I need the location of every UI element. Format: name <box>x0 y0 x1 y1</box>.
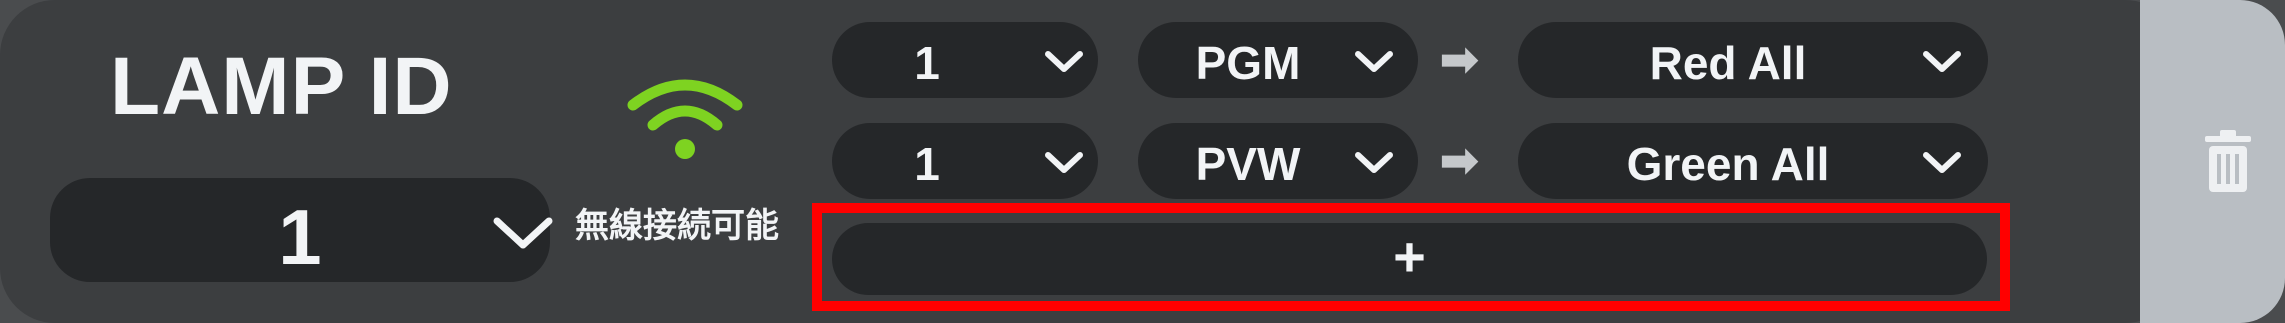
source-number-select[interactable]: 1 <box>832 123 1098 199</box>
source-type-value: PGM <box>1195 37 1301 89</box>
chevron-down-icon <box>1355 152 1393 173</box>
lamp-id-value: 1 <box>278 193 322 281</box>
arrow-right-icon: ➡ <box>1440 134 1479 186</box>
chevron-down-icon <box>1045 152 1083 173</box>
source-number-value: 1 <box>914 37 940 89</box>
wireless-status-label: 無線接続可能 <box>575 207 779 245</box>
chevron-down-icon <box>1355 51 1393 72</box>
chevron-down-icon <box>1045 51 1083 72</box>
source-number-select[interactable]: 1 <box>832 22 1098 98</box>
lamp-id-select[interactable]: 1 <box>50 178 553 282</box>
highlight-box <box>812 203 2010 311</box>
chevron-down-icon <box>1923 152 1961 173</box>
source-type-select[interactable]: PGM <box>1138 22 1418 98</box>
wifi-icon <box>627 79 743 159</box>
chevron-down-icon <box>1923 51 1961 72</box>
chevron-down-icon <box>493 217 553 249</box>
trash-icon[interactable] <box>2203 128 2253 194</box>
source-type-value: PVW <box>1195 138 1301 190</box>
source-number-value: 1 <box>914 138 940 190</box>
action-value: Red All <box>1649 37 1807 89</box>
action-value: Green All <box>1626 138 1830 190</box>
lamp-id-title: LAMP ID <box>110 41 453 132</box>
action-select[interactable]: Green All <box>1518 123 1988 199</box>
arrow-right-icon: ➡ <box>1440 33 1479 85</box>
source-type-select[interactable]: PVW <box>1138 123 1418 199</box>
action-select[interactable]: Red All <box>1518 22 1988 98</box>
